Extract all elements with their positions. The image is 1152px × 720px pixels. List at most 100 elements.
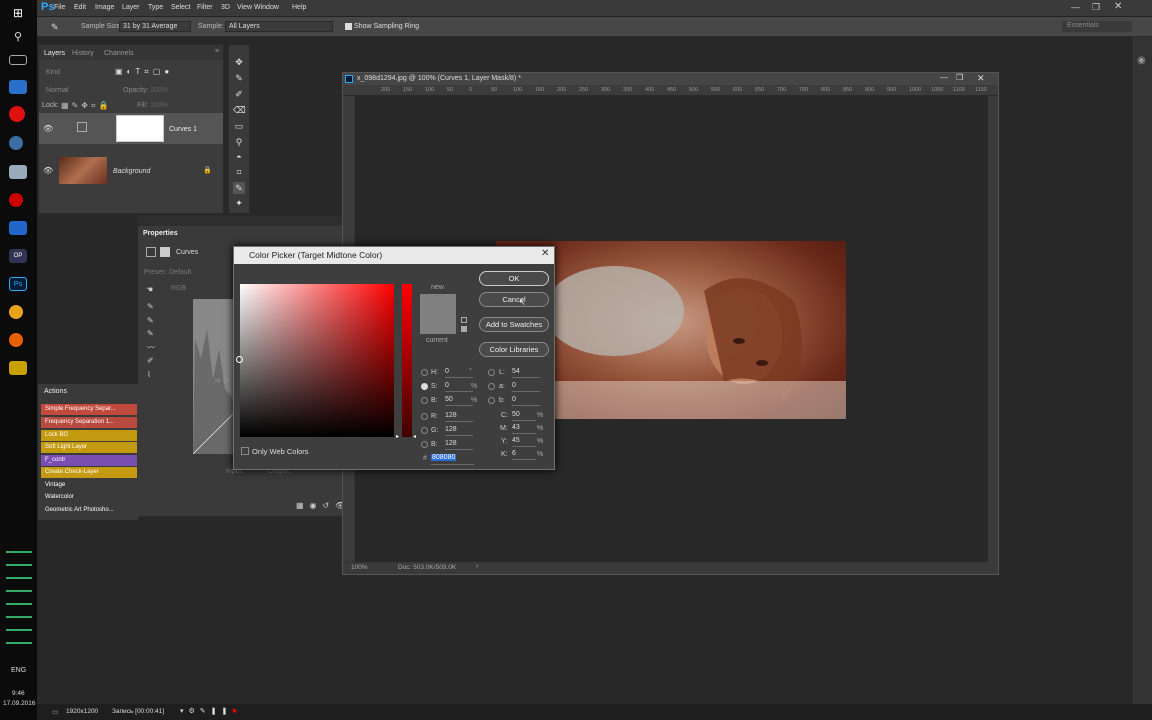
app-icon-1[interactable] (9, 80, 27, 94)
system-tray-icons[interactable] (6, 545, 32, 655)
eraser-tool-icon[interactable]: ⌫ (233, 104, 246, 116)
vertical-scrollbar[interactable] (988, 96, 998, 562)
filter-icons[interactable]: ▣◐T⌗▢● (115, 67, 173, 77)
menu-file[interactable]: File (54, 4, 65, 11)
gamut-warning-icon[interactable] (461, 317, 467, 323)
menu-window[interactable]: Window (254, 4, 279, 11)
doc-info[interactable]: Doc: 503.0K/503.0K (398, 564, 456, 571)
blend-mode-dropdown[interactable]: Normal (46, 87, 69, 94)
radio-r[interactable] (421, 413, 428, 420)
field-l[interactable]: 54 (512, 368, 540, 378)
radio-a[interactable] (488, 383, 495, 390)
field-y[interactable]: 45 (512, 437, 536, 447)
filter-kind-label[interactable]: Kind (46, 69, 60, 76)
channel-dropdown[interactable]: RGB (171, 285, 186, 292)
ok-button[interactable]: OK (479, 271, 549, 286)
zoom-tool-icon[interactable]: ⚲ (233, 136, 245, 148)
menu-layer[interactable]: Layer (122, 4, 140, 11)
close-app-icon[interactable]: ✕ (1114, 1, 1122, 12)
target-adjust-icon[interactable]: ☚ (146, 285, 153, 294)
app-icon-6[interactable] (9, 305, 23, 319)
eyedropper-tool-icon[interactable]: ✎ (51, 22, 59, 33)
radio-g[interactable] (421, 427, 428, 434)
menu-filter[interactable]: Filter (197, 4, 213, 11)
menu-help[interactable]: Help (292, 4, 306, 11)
action-item[interactable]: Watercolor (41, 492, 137, 503)
hex-field[interactable]: 808080 (431, 454, 474, 465)
action-item[interactable]: Soft Light Layer (41, 442, 137, 453)
field-lab-b[interactable]: 0 (512, 396, 540, 406)
radio-b[interactable] (421, 397, 428, 404)
menu-3d[interactable]: 3D (221, 4, 230, 11)
opacity-value[interactable]: 100% (150, 87, 168, 94)
opera-icon[interactable] (9, 106, 25, 122)
menu-image[interactable]: Image (95, 4, 114, 11)
show-ring-checkbox[interactable] (345, 23, 352, 30)
app-icon-5[interactable] (9, 221, 27, 235)
doc-minimize-icon[interactable]: — (940, 73, 948, 82)
doc-info-arrow-icon[interactable]: › (476, 563, 478, 570)
action-item[interactable]: Frequency Separation 1... (41, 417, 137, 428)
radio-s[interactable] (421, 383, 428, 390)
radio-l[interactable] (488, 369, 495, 376)
workspace-dropdown[interactable]: Essentials (1062, 21, 1132, 32)
radio-blue[interactable] (421, 441, 428, 448)
app-icon-4[interactable] (9, 193, 23, 207)
menu-view[interactable]: View (237, 4, 252, 11)
color-sampler-icon[interactable]: ✦ (233, 197, 245, 209)
tab-channels[interactable]: Channels (104, 50, 134, 57)
action-item[interactable]: Vintage (41, 480, 137, 491)
dialog-close-icon[interactable]: ✕ (541, 248, 549, 259)
field-g[interactable]: 128 (445, 426, 473, 436)
only-web-colors-checkbox[interactable] (241, 447, 249, 455)
action-item[interactable]: Create Check-Layer (41, 467, 137, 478)
app-icon-2[interactable] (9, 136, 23, 150)
color-field-cursor[interactable] (236, 356, 243, 363)
eyedropper-tool-icon[interactable]: ✎ (233, 182, 245, 194)
layer-mask-thumbnail[interactable] (116, 115, 164, 142)
layer-row-background[interactable]: 👁 Background 🔒 (39, 155, 223, 186)
lasso-tool-icon[interactable]: ◓ (233, 151, 245, 163)
sample-size-dropdown[interactable]: 31 by 31 Average (119, 21, 191, 32)
visibility-eye-icon[interactable]: 👁 (43, 166, 53, 175)
action-item[interactable]: Simple Frequency Separ... (41, 404, 137, 415)
field-r[interactable]: 128 (445, 412, 473, 422)
search-icon[interactable]: ⚲ (9, 30, 27, 44)
field-blue[interactable]: 128 (445, 440, 473, 450)
field-k[interactable]: 6 (512, 450, 536, 460)
marquee-tool-icon[interactable]: ▭ (233, 120, 245, 132)
language-indicator[interactable]: ENG (11, 667, 26, 674)
windows-start-icon[interactable]: ⊞ (9, 6, 27, 20)
fill-value[interactable]: 100% (150, 102, 168, 109)
color-field[interactable] (236, 284, 394, 437)
curve-tool-icons[interactable]: ✎ ✎ ✎ 〰 ✐ ⌇ (147, 300, 155, 381)
recorder-controls[interactable]: ▾⚙✎❚❚■ (180, 707, 242, 715)
hue-slider-left-arrow[interactable]: ▸ (396, 433, 399, 440)
hue-slider-right-arrow[interactable]: ◂ (413, 433, 416, 440)
add-to-swatches-button[interactable]: Add to Swatches (479, 317, 549, 332)
zoom-level[interactable]: 100% (351, 564, 368, 571)
layer-name-curves[interactable]: Curves 1 (169, 126, 197, 133)
app-icon-7[interactable] (9, 361, 27, 375)
doc-close-icon[interactable]: ✕ (977, 73, 985, 84)
tab-layers[interactable]: Layers (44, 50, 65, 57)
menu-type[interactable]: Type (148, 4, 163, 11)
panel-collapse-icon[interactable]: ◉ (1137, 55, 1146, 66)
action-item[interactable]: Lock BG (41, 430, 137, 441)
menu-edit[interactable]: Edit (74, 4, 86, 11)
color-libraries-button[interactable]: Color Libraries (479, 342, 549, 357)
app-icon-3[interactable] (9, 165, 27, 179)
action-item[interactable]: F_contr (41, 455, 137, 466)
web-safe-icon[interactable] (461, 326, 467, 332)
field-b[interactable]: 50 (445, 396, 473, 406)
field-a[interactable]: 0 (512, 382, 540, 392)
menu-select[interactable]: Select (171, 4, 190, 11)
mask-icon[interactable] (160, 247, 170, 257)
field-c[interactable]: 50 (512, 411, 536, 421)
radio-lab-b[interactable] (488, 397, 495, 404)
restore-app-icon[interactable]: ❐ (1092, 2, 1100, 13)
pencil-tool-icon[interactable]: ✐ (233, 88, 245, 100)
opera-dev-icon[interactable]: OP (9, 249, 27, 263)
graph-options-icons[interactable]: ∞ fx (215, 376, 229, 385)
preset-dropdown[interactable]: Default (169, 269, 191, 276)
